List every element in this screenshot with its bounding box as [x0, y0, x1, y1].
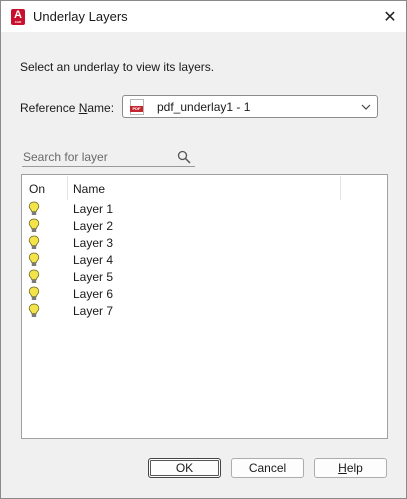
layer-name: Layer 1 [73, 202, 114, 216]
layer-row[interactable]: Layer 6 [22, 286, 387, 303]
layer-row[interactable]: Layer 5 [22, 269, 387, 286]
underlay-layers-dialog: A CAD Underlay Layers ✕ Select an underl… [0, 0, 407, 499]
layers-list[interactable]: On Name Layer 1 Layer 2 Layer 3 Layer 4 Laye… [21, 174, 388, 439]
close-button[interactable]: ✕ [374, 1, 406, 32]
layer-name: Layer 2 [73, 219, 114, 233]
cancel-button[interactable]: Cancel [231, 458, 304, 478]
lightbulb-on-icon[interactable] [28, 235, 40, 250]
lightbulb-on-icon[interactable] [28, 286, 40, 301]
layer-row[interactable]: Layer 1 [22, 201, 387, 218]
lightbulb-on-icon[interactable] [28, 218, 40, 233]
ok-button[interactable]: OK [148, 458, 221, 478]
layer-row[interactable]: Layer 4 [22, 252, 387, 269]
layer-name: Layer 7 [73, 304, 114, 318]
layer-name: Layer 5 [73, 270, 114, 284]
title-bar[interactable]: A CAD Underlay Layers ✕ [1, 1, 406, 32]
column-divider[interactable] [340, 176, 341, 200]
close-icon: ✕ [383, 8, 397, 26]
dialog-title: Underlay Layers [33, 9, 128, 24]
lightbulb-on-icon[interactable] [28, 269, 40, 284]
layer-row[interactable]: Layer 2 [22, 218, 387, 235]
search-input[interactable] [23, 149, 173, 165]
lightbulb-on-icon[interactable] [28, 303, 40, 318]
app-icon: A CAD [11, 9, 25, 25]
instruction-text: Select an underlay to view its layers. [20, 60, 215, 74]
pdf-file-icon: PDF [130, 99, 144, 115]
lightbulb-on-icon[interactable] [28, 252, 40, 267]
layer-row[interactable]: Layer 7 [22, 303, 387, 320]
column-header-on[interactable]: On [29, 182, 45, 196]
help-button[interactable]: Help [314, 458, 387, 478]
layers-list-header: On Name [22, 175, 387, 201]
layer-row[interactable]: Layer 3 [22, 235, 387, 252]
layer-name: Layer 6 [73, 287, 114, 301]
lightbulb-on-icon[interactable] [28, 201, 40, 216]
layers-rows: Layer 1 Layer 2 Layer 3 Layer 4 Layer 5 Layer… [22, 201, 387, 320]
column-header-name[interactable]: Name [73, 182, 105, 196]
search-icon[interactable] [177, 150, 191, 164]
reference-name-value: pdf_underlay1 - 1 [157, 100, 251, 114]
reference-name-dropdown[interactable]: PDF pdf_underlay1 - 1 [122, 95, 378, 118]
reference-name-label: Reference Name: [20, 101, 115, 115]
chevron-down-icon [361, 104, 371, 110]
layer-name: Layer 3 [73, 236, 114, 250]
layer-search-box[interactable] [22, 148, 195, 167]
column-divider[interactable] [67, 176, 68, 200]
layer-name: Layer 4 [73, 253, 114, 267]
